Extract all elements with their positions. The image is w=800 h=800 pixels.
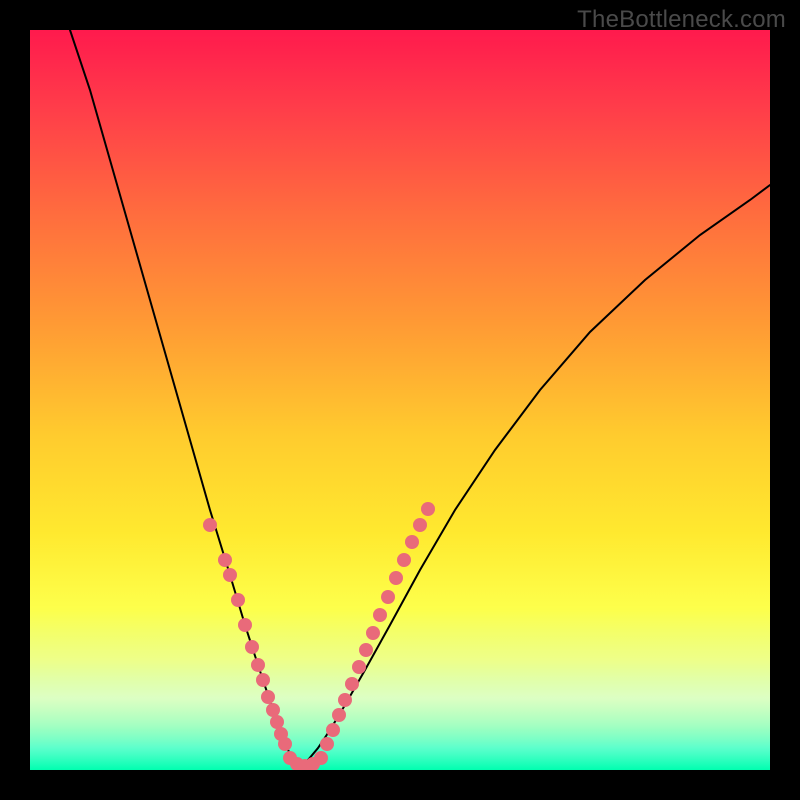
- marker-point: [373, 608, 387, 622]
- marker-point: [405, 535, 419, 549]
- chart-svg: [30, 30, 770, 770]
- marker-point: [397, 553, 411, 567]
- line-layer: [70, 30, 770, 766]
- marker-point: [231, 593, 245, 607]
- marker-point: [345, 677, 359, 691]
- marker-point: [261, 690, 275, 704]
- marker-point: [314, 751, 328, 765]
- marker-point: [352, 660, 366, 674]
- marker-point: [251, 658, 265, 672]
- marker-point: [270, 715, 284, 729]
- marker-point: [266, 703, 280, 717]
- marker-point: [421, 502, 435, 516]
- marker-point: [366, 626, 380, 640]
- curve-right-branch: [300, 185, 770, 766]
- marker-layer: [203, 502, 435, 770]
- marker-point: [413, 518, 427, 532]
- marker-point: [245, 640, 259, 654]
- marker-point: [359, 643, 373, 657]
- marker-point: [381, 590, 395, 604]
- marker-point: [389, 571, 403, 585]
- chart-frame: TheBottleneck.com: [0, 0, 800, 800]
- marker-point: [326, 723, 340, 737]
- marker-point: [278, 737, 292, 751]
- marker-point: [338, 693, 352, 707]
- marker-point: [223, 568, 237, 582]
- marker-point: [332, 708, 346, 722]
- marker-point: [238, 618, 252, 632]
- marker-point: [218, 553, 232, 567]
- marker-point: [256, 673, 270, 687]
- plot-area: [30, 30, 770, 770]
- marker-point: [320, 737, 334, 751]
- marker-point: [203, 518, 217, 532]
- curve-left-branch: [70, 30, 300, 766]
